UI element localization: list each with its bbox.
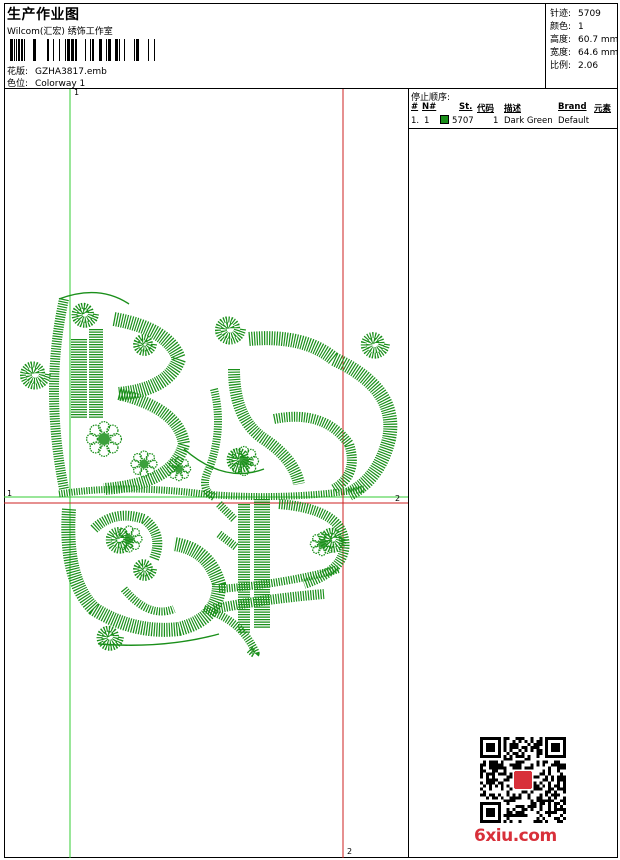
colorway: 色位: Colorway 1 bbox=[7, 79, 86, 89]
qr-code bbox=[480, 737, 566, 823]
embroidery-motif bbox=[20, 291, 398, 658]
column-header-element: 元素 bbox=[594, 104, 612, 114]
axis-label-vertical-top: 1 bbox=[74, 89, 80, 97]
stat-width: 宽度: 64.6 mm bbox=[550, 48, 619, 58]
barcode bbox=[10, 39, 155, 61]
column-header-code: 代码 bbox=[477, 104, 495, 114]
axis-label-horizontal-right: 2 bbox=[395, 494, 401, 503]
stat-height: 高度: 60.7 mm bbox=[550, 35, 619, 45]
site-logo: 6xiu.com bbox=[474, 826, 557, 846]
stat-scale: 比例: 2.06 bbox=[550, 61, 599, 71]
column-header-number: N# bbox=[422, 102, 437, 112]
stat-stitches: 针迹: 5709 bbox=[550, 9, 601, 19]
header-info: 生产作业图 Wilcom(汇宏) 绣饰工作室 花版: GZHA3817.emb 色… bbox=[4, 3, 545, 89]
axis-label-horizontal-left: 1 bbox=[7, 489, 13, 498]
row-brand: Default bbox=[558, 116, 590, 126]
page-title: 生产作业图 bbox=[7, 7, 80, 23]
color-swatch bbox=[440, 115, 449, 124]
column-header-description: 描述 bbox=[504, 104, 522, 114]
stop-sequence-table: 停止顺序: # N# St. 代码 描述 Brand 元素 1. 1 5707 … bbox=[409, 89, 618, 129]
embroidery-design bbox=[4, 89, 408, 858]
row-index: 1. bbox=[411, 116, 420, 126]
axis-label-vertical-bottom: 2 bbox=[347, 847, 353, 856]
design-canvas: 1 1 2 2 bbox=[4, 89, 408, 858]
row-number: 1 bbox=[424, 116, 430, 126]
row-description: Dark Green bbox=[504, 116, 553, 126]
column-header-stitches: St. bbox=[459, 102, 473, 112]
qr-center-logo bbox=[514, 771, 532, 789]
stat-colors: 颜色: 1 bbox=[550, 22, 584, 32]
header: 生产作业图 Wilcom(汇宏) 绣饰工作室 花版: GZHA3817.emb 色… bbox=[4, 3, 618, 89]
studio-name: Wilcom(汇宏) 绣饰工作室 bbox=[7, 27, 113, 37]
stats-panel: 针迹: 5709 颜色: 1 高度: 60.7 mm 宽度: 64.6 mm 比例: 2.… bbox=[545, 3, 618, 88]
row-stitches: 5707 bbox=[452, 116, 474, 126]
row-code: 1 bbox=[493, 116, 499, 126]
column-header-index: # bbox=[411, 102, 419, 112]
column-header-brand: Brand bbox=[558, 102, 587, 112]
